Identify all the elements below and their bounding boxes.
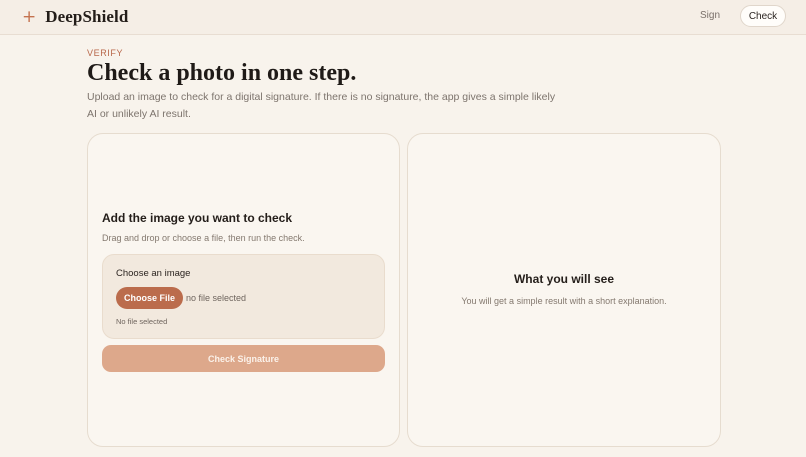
check-signature-button[interactable]: Check Signature (102, 345, 385, 372)
result-card: What you will see You will get a simple … (407, 133, 721, 447)
top-navigation-bar: + DeepShield Sign Check (0, 0, 806, 35)
file-input-status: no file selected (186, 293, 247, 303)
choose-file-button[interactable]: Choose File (116, 287, 183, 309)
file-field-label: Choose an image (116, 268, 191, 279)
page-description: Upload an image to check for a digital s… (87, 91, 556, 120)
upload-card: Add the image you want to check Drag and… (87, 133, 400, 447)
nav-check-button[interactable]: Check (740, 5, 786, 27)
brand-name: DeepShield (45, 7, 129, 26)
upload-card-title: Add the image you want to check (102, 211, 293, 225)
brand-logo[interactable]: + DeepShield (22, 7, 128, 27)
plus-icon: + (22, 7, 37, 27)
nav-sign-link[interactable]: Sign (700, 10, 720, 21)
selected-file-note: No file selected (116, 317, 168, 326)
upload-card-subtitle: Drag and drop or choose a file, then run… (102, 233, 305, 243)
section-eyebrow: VERIFY (87, 48, 124, 58)
result-card-title: What you will see (513, 272, 615, 286)
result-card-subtitle: You will get a simple result with a shor… (461, 296, 667, 306)
file-drop-zone[interactable]: Choose an image Choose File no file sele… (102, 254, 385, 339)
page-title: Check a photo in one step. (87, 60, 357, 86)
